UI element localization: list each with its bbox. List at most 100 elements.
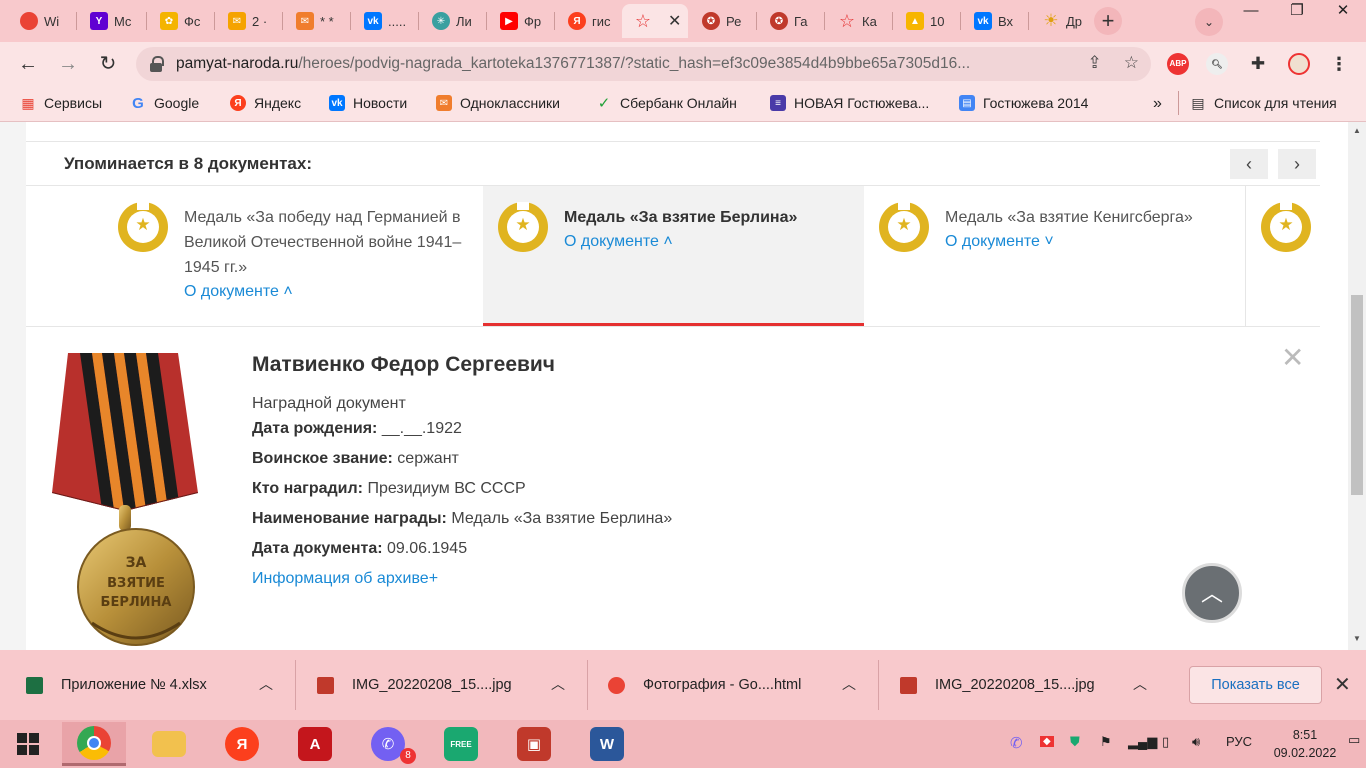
scroll-down-arrow-icon[interactable]: ▼ (1352, 634, 1362, 643)
about-document-link[interactable]: О документе ˅ (945, 233, 1054, 251)
tab-separator (960, 12, 961, 30)
bookmark-yandex[interactable]: Я Яндекс (230, 95, 301, 111)
viber-tray-icon[interactable]: ✆ (1010, 734, 1023, 752)
show-all-downloads-button[interactable]: Показать все (1189, 666, 1322, 704)
browser-menu-icon[interactable]: ⋮ (1328, 53, 1350, 75)
award-card[interactable]: ★ Медаль «За взятие Кенигсберга» О докум… (864, 186, 1245, 326)
about-document-link[interactable]: О документе ˄ (564, 233, 673, 251)
bookmark-star-icon[interactable]: ☆ (1124, 53, 1139, 73)
bookmark-gostyuzheva-new[interactable]: ≡ НОВАЯ Гостюжева... (770, 95, 929, 111)
network-signal-icon[interactable]: ▂▄▆ (1128, 734, 1157, 750)
download-options-chevron-icon[interactable]: ︿ (842, 674, 856, 694)
system-clock[interactable]: 8:51 09.02.2022 (1270, 726, 1340, 762)
bookmark-news[interactable]: vk Новости (329, 95, 407, 111)
browser-tab[interactable]: ☀ Др (1030, 4, 1092, 38)
download-separator (587, 660, 588, 710)
flag-tray-icon[interactable]: ⚑ (1100, 734, 1112, 750)
lock-icon[interactable] (150, 56, 164, 72)
close-icon[interactable]: ✕ (1281, 341, 1304, 374)
slider-prev-button[interactable]: ‹ (1230, 149, 1268, 179)
photos-icon: ✿ (160, 12, 178, 30)
slider-next-button[interactable]: › (1278, 149, 1316, 179)
taskbar-viber[interactable]: ✆ 8 (356, 722, 420, 766)
birth-date-row: Дата рождения: __.__.1922 (252, 420, 462, 437)
search-extension-icon[interactable]: 🔍︎ (1206, 53, 1228, 75)
scroll-thumb[interactable] (1351, 295, 1363, 495)
bookmark-gostyuzheva-2014[interactable]: ▤ Гостюжева 2014 (959, 95, 1088, 111)
browser-tab[interactable]: ✳ Ли (420, 4, 486, 38)
browser-tab[interactable]: Wi (8, 4, 74, 38)
back-button[interactable]: ← (14, 50, 42, 78)
tab-search-chevron-down-icon[interactable]: ⌄ (1195, 8, 1223, 36)
minimize-button[interactable]: — (1228, 0, 1274, 24)
forward-button[interactable]: → (54, 50, 82, 78)
taskbar-yandex[interactable]: Я (210, 722, 274, 766)
download-item[interactable]: IMG_20220208_15....jpg (317, 650, 512, 720)
award-card[interactable]: ★ Медаль «За победу над Германией в Вели… (103, 186, 483, 326)
reading-list-button[interactable]: ▤ Список для чтения (1190, 95, 1336, 112)
bookmark-services[interactable]: ▦ Сервисы (20, 95, 102, 112)
scroll-to-top-button[interactable]: ︿ (1182, 563, 1242, 623)
bookmark-google[interactable]: G Google (130, 95, 199, 112)
browser-tab[interactable]: Y Mc (78, 4, 144, 38)
close-tab-icon[interactable]: ✕ (668, 11, 681, 31)
battery-icon[interactable]: ▯ (1162, 734, 1169, 750)
folder-icon (152, 731, 186, 757)
browser-tab[interactable]: ✉ * * (284, 4, 350, 38)
archive-info-link[interactable]: Информация об архиве+ (252, 570, 438, 588)
clock-date: 09.02.2022 (1273, 746, 1337, 760)
new-tab-button[interactable]: + (1094, 7, 1122, 35)
star-icon: ☆ (838, 10, 856, 31)
download-item[interactable]: IMG_20220208_15....jpg (900, 650, 1095, 720)
taskbar-picture-viewer[interactable]: ▣ (502, 722, 566, 766)
browser-tab[interactable]: vk..... (352, 4, 418, 38)
yandex-icon: Я (568, 12, 586, 30)
language-indicator[interactable]: РУС (1226, 734, 1252, 749)
tab-separator (214, 12, 215, 30)
download-item[interactable]: Приложение № 4.xlsx (26, 650, 207, 720)
address-bar[interactable]: pamyat-naroda.ru/heroes/podvig-nagrada_k… (136, 47, 1151, 81)
page-scrollbar[interactable]: ▲ ▼ (1348, 122, 1366, 650)
vpn-shield-tray-icon[interactable]: ⛊ (1070, 734, 1080, 750)
taskbar-chrome[interactable] (62, 722, 126, 766)
browser-tab[interactable]: ☆ Ка (826, 4, 892, 38)
adblock-plus-icon[interactable]: ABP (1167, 53, 1189, 75)
close-downloads-icon[interactable]: ✕ (1334, 672, 1351, 697)
download-options-chevron-icon[interactable]: ︿ (1133, 674, 1147, 694)
browser-tab[interactable]: ✿ Фс (148, 4, 214, 38)
download-options-chevron-icon[interactable]: ︿ (259, 674, 273, 694)
taskbar-file-explorer[interactable] (137, 722, 201, 766)
taskbar-free-vpn[interactable]: FREE (429, 722, 493, 766)
download-options-chevron-icon[interactable]: ︿ (551, 674, 565, 694)
reload-button[interactable]: ↻ (94, 50, 122, 78)
taskbar-word[interactable]: W (575, 722, 639, 766)
taskbar-acrobat[interactable]: A (283, 722, 347, 766)
bookmark-sberbank[interactable]: ✓ Сбербанк Онлайн (596, 95, 737, 112)
share-icon[interactable]: ⇪ (1088, 53, 1102, 73)
notifications-icon[interactable]: ▭ (1348, 732, 1360, 748)
volume-icon[interactable]: 🔊︎ (1192, 734, 1200, 750)
extensions-puzzle-icon[interactable]: ✚ (1247, 53, 1269, 75)
browser-tab-active[interactable]: ☆ ✕ (622, 4, 688, 38)
profile-avatar[interactable] (1288, 53, 1310, 75)
close-window-button[interactable]: ✕ (1320, 0, 1366, 24)
browser-tab[interactable]: ▶ Фр (488, 4, 554, 38)
medal-photo: ЗА ВЗЯТИЕ БЕРЛИНА (52, 353, 198, 646)
award-card-partial[interactable]: ★ (1246, 186, 1320, 326)
browser-tab[interactable]: ✪ Ре (690, 4, 756, 38)
browser-tab[interactable]: ✪ Га (758, 4, 824, 38)
maximize-button[interactable]: ❐ (1274, 0, 1320, 24)
browser-tab[interactable]: ▲ 10 (894, 4, 960, 38)
start-button[interactable] (0, 722, 56, 766)
browser-tab[interactable]: ✉ 2 · (216, 4, 282, 38)
tray-app-icon[interactable]: ◆ (1040, 736, 1054, 747)
award-card-selected[interactable]: ★ Медаль «За взятие Берлина» О документе… (483, 186, 864, 326)
about-document-link[interactable]: О документе ˄ (184, 283, 293, 301)
bookmarks-overflow-button[interactable]: » (1153, 95, 1162, 113)
browser-tab[interactable]: vk Вх (962, 4, 1028, 38)
scroll-up-arrow-icon[interactable]: ▲ (1352, 126, 1362, 135)
bookmarks-bar: ▦ Сервисы G Google Я Яндекс vk Новости ✉ Одно… (0, 86, 1366, 122)
bookmark-odnoklassniki[interactable]: ✉ Одноклассники (436, 95, 560, 111)
download-item[interactable]: Фотография - Go....html (608, 650, 801, 720)
browser-tab[interactable]: Ягис (556, 4, 622, 38)
